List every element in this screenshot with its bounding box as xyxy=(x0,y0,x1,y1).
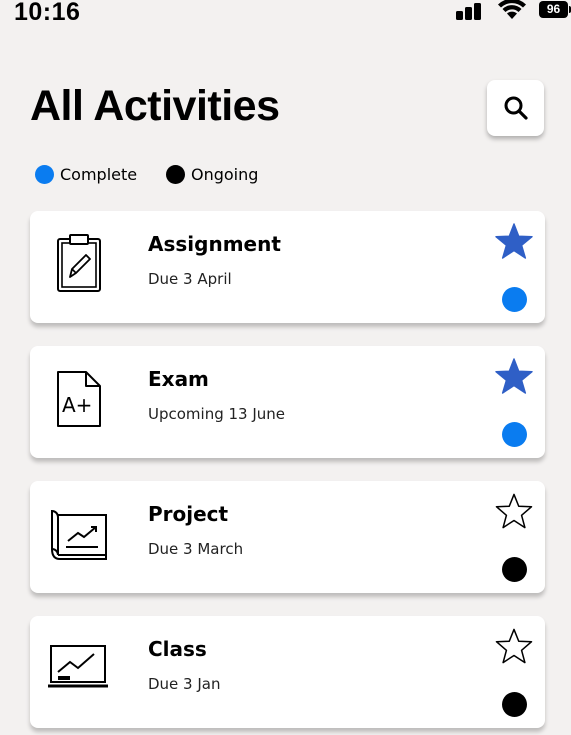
activity-title: Assignment xyxy=(148,232,281,256)
wifi-icon xyxy=(498,0,526,19)
status-dot-complete xyxy=(502,422,527,447)
activity-card-exam[interactable]: A+ Exam Upcoming 13 June xyxy=(30,346,545,458)
status-dot-ongoing xyxy=(502,557,527,582)
status-bar: 10:16 96 xyxy=(0,0,571,30)
project-chart-icon xyxy=(51,509,107,560)
status-dot-ongoing xyxy=(502,692,527,717)
page-title: All Activities xyxy=(30,82,280,130)
activity-card-assignment[interactable]: Assignment Due 3 April xyxy=(30,211,545,323)
search-button[interactable] xyxy=(487,80,544,136)
status-dot-complete xyxy=(502,287,527,312)
activity-card-class[interactable]: Class Due 3 Jan xyxy=(30,616,545,728)
activity-due-date: Due 3 Jan xyxy=(148,675,221,693)
star-filled-icon[interactable] xyxy=(495,358,533,394)
signal-icon xyxy=(456,3,481,20)
complete-dot xyxy=(35,165,54,184)
legend-label: Ongoing xyxy=(191,165,259,184)
activity-due-date: Due 3 March xyxy=(148,540,244,558)
clipboard-icon xyxy=(57,234,101,292)
status-time: 10:16 xyxy=(14,0,81,26)
legend-item-complete: Complete xyxy=(35,165,137,184)
battery-icon: 96 xyxy=(539,1,571,18)
activity-title: Exam xyxy=(148,367,209,391)
activity-card-project[interactable]: Project Due 3 March xyxy=(30,481,545,593)
exam-grade-icon: A+ xyxy=(57,371,101,427)
ongoing-dot xyxy=(166,165,185,184)
search-icon xyxy=(504,96,528,120)
star-outline-icon[interactable] xyxy=(495,628,533,664)
activity-due-date: Upcoming 13 June xyxy=(148,405,286,423)
activity-title: Project xyxy=(148,502,229,526)
activity-due-date: Due 3 April xyxy=(148,270,232,288)
legend-label: Complete xyxy=(60,165,138,184)
star-filled-icon[interactable] xyxy=(495,223,533,259)
legend-item-ongoing: Ongoing xyxy=(166,165,258,184)
svg-text:A+: A+ xyxy=(62,393,92,417)
star-outline-icon[interactable] xyxy=(495,493,533,529)
activity-title: Class xyxy=(148,637,207,661)
blackboard-icon xyxy=(48,645,108,688)
